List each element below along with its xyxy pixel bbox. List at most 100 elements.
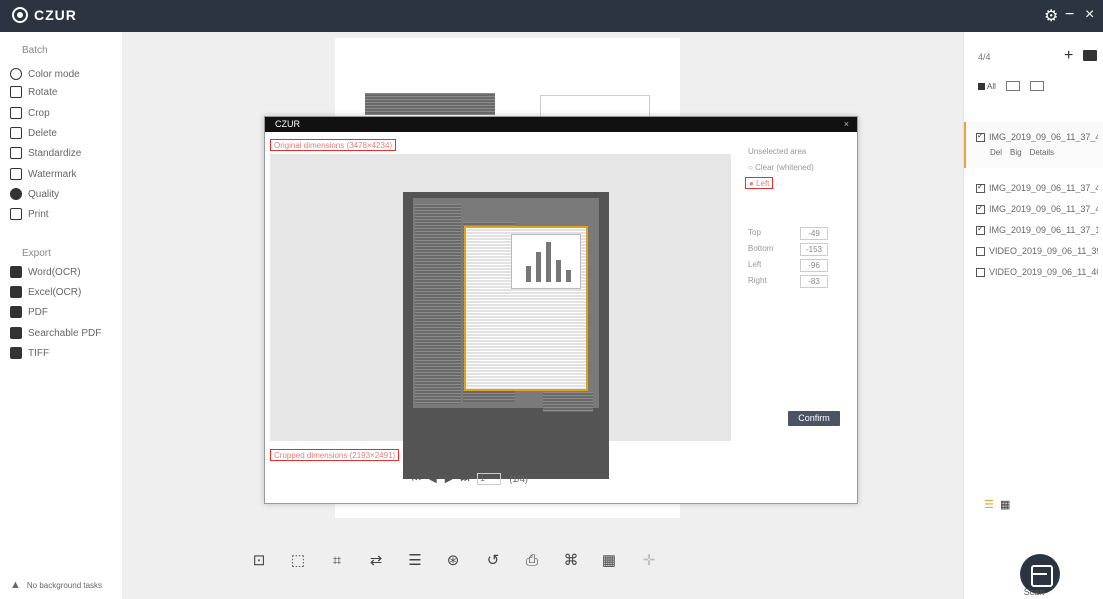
margin-right-label: Right <box>748 276 767 285</box>
qrcode-icon[interactable]: ▦ <box>600 552 618 570</box>
sidebar-item-delete[interactable]: Delete <box>10 125 57 141</box>
prev-page-icon[interactable]: ◀ <box>429 474 437 485</box>
color-icon[interactable]: ⊛ <box>444 552 462 570</box>
sidebar: Batch Color mode Rotate Crop Delete Stan… <box>0 32 122 599</box>
export-section-title: Export <box>22 248 51 259</box>
file-checkbox[interactable] <box>976 183 985 193</box>
page-number-input[interactable]: 1 <box>477 473 502 485</box>
crop-dialog: CZUR × Original dimensions (3478×4234) U… <box>264 116 858 504</box>
undo-icon[interactable]: ↺ <box>484 552 502 570</box>
dialog-close-icon[interactable]: × <box>844 117 849 132</box>
image-view-button[interactable] <box>1005 81 1020 91</box>
next-page-icon[interactable]: ▶ <box>445 474 453 485</box>
czur-logo-icon <box>12 7 28 23</box>
crop-selection-box[interactable] <box>464 226 588 391</box>
margin-bottom-input[interactable]: -153 <box>800 243 828 256</box>
big-view-link[interactable]: Big <box>1010 148 1022 157</box>
crop-icon <box>10 107 22 119</box>
confirm-button[interactable]: Confirm <box>788 411 840 426</box>
sidebar-item-word[interactable]: Word(OCR) <box>10 264 81 280</box>
print-icon[interactable]: ⎙ <box>523 552 541 570</box>
sidebar-item-quality[interactable]: Quality <box>10 186 59 202</box>
adjust-icon[interactable]: ☰ <box>406 552 424 570</box>
file-checkbox[interactable] <box>976 267 985 277</box>
split-icon[interactable]: ✛ <box>640 552 658 570</box>
selected-file-row[interactable] <box>964 122 1103 168</box>
delete-file-link[interactable]: Del <box>990 148 1002 157</box>
batch-section-title: Batch <box>22 45 48 56</box>
file-item[interactable]: IMG_2019_09_06_11_37_47.jpg <box>976 204 1098 214</box>
unselected-area-title: Unselected area <box>748 147 807 156</box>
view-all-button[interactable]: All <box>978 82 996 91</box>
sidebar-item-tiff[interactable]: TIFF <box>10 345 49 361</box>
grid-view-icon[interactable]: ▦ <box>1000 498 1010 511</box>
bottom-toolbar: ⊡ ⬚ ⌗ ⇄ ☰ ⊛ ↺ ⎙ ⌘ ▦ ✛ <box>122 520 963 599</box>
margin-bottom-label: Bottom <box>748 244 774 253</box>
sidebar-item-print[interactable]: Print <box>10 206 49 222</box>
rotate-icon[interactable]: ⇄ <box>367 552 385 570</box>
settings-button[interactable]: ⚙ <box>1044 6 1058 26</box>
sidebar-item-watermark[interactable]: Watermark <box>10 166 77 182</box>
radio-icon: ○ <box>748 163 756 172</box>
excel-icon <box>10 286 22 298</box>
file-item[interactable]: IMG_2019_09_06_11_37_11.jpg <box>976 225 1098 235</box>
sidebar-item-rotate[interactable]: Rotate <box>10 84 57 100</box>
folder-icon[interactable] <box>1083 50 1097 61</box>
add-icon[interactable]: + <box>1064 47 1073 65</box>
option-left[interactable]: ● Left <box>745 177 774 189</box>
text-icon[interactable]: ⊡ <box>250 552 268 570</box>
dialog-title: CZUR <box>275 119 300 129</box>
radio-selected-icon: ● <box>749 179 757 188</box>
original-dimensions: Original dimensions (3478×4234) <box>270 139 397 151</box>
video-view-button[interactable] <box>1029 81 1044 91</box>
pager: ⏮ ◀ ▶ ⏭ 1 (1/4) <box>412 473 528 485</box>
app-title: CZUR <box>34 7 77 23</box>
watermark-icon <box>10 168 22 180</box>
margin-left-input[interactable]: -96 <box>800 259 828 272</box>
color-mode-icon <box>10 68 22 80</box>
file-checkbox[interactable] <box>976 225 985 235</box>
page-text-block <box>365 93 495 115</box>
last-page-icon[interactable]: ⏭ <box>460 474 469 485</box>
list-view-icon[interactable]: ☰ <box>984 498 994 511</box>
sidebar-item-pdf[interactable]: PDF <box>10 304 48 320</box>
file-checkbox[interactable] <box>976 204 985 214</box>
file-item[interactable]: IMG_2019_09_06_11_37_47.jpg <box>976 132 1098 142</box>
sidebar-item-crop[interactable]: Crop <box>10 105 50 121</box>
sidebar-item-searchable-pdf[interactable]: Searchable PDF <box>10 325 101 341</box>
ocr-icon[interactable]: ⌘ <box>562 552 580 570</box>
upload-icon: ▲ <box>10 579 21 591</box>
option-clear[interactable]: ○ Clear (whitened) <box>748 163 814 172</box>
select-icon[interactable]: ⬚ <box>289 552 307 570</box>
first-page-icon[interactable]: ⏮ <box>412 474 421 485</box>
text-column <box>415 204 461 404</box>
sidebar-item-excel[interactable]: Excel(OCR) <box>10 284 81 300</box>
background-tasks[interactable]: ▲ No background tasks <box>10 577 102 593</box>
close-button[interactable]: × <box>1085 6 1094 24</box>
right-panel: 4/4 + All IMG_2019_09_06_11_37_47.jpg De… <box>963 32 1103 599</box>
all-icon <box>978 82 985 90</box>
sidebar-item-standardize[interactable]: Standardize <box>10 145 81 161</box>
margin-top-input[interactable]: -49 <box>800 227 828 240</box>
page-count: (1/4) <box>509 474 528 484</box>
minimize-button[interactable]: − <box>1065 6 1074 24</box>
standardize-icon <box>10 147 22 159</box>
margin-left-label: Left <box>748 260 762 269</box>
file-item[interactable]: VIDEO_2019_09_06_11_40_06.mp4 <box>976 267 1098 277</box>
rotate-icon <box>10 86 22 98</box>
file-checkbox[interactable] <box>976 132 985 142</box>
tiff-icon <box>10 347 22 359</box>
cropped-dimensions: Cropped dimensions (2193×2491) <box>270 449 400 461</box>
quality-icon <box>10 188 22 200</box>
crop-icon[interactable]: ⌗ <box>328 552 346 570</box>
sidebar-item-color-mode[interactable]: Color mode <box>10 66 80 82</box>
details-link[interactable]: Details <box>1030 148 1054 157</box>
pdf-icon <box>10 306 22 318</box>
scan-label: Scan <box>1023 587 1045 597</box>
title-bar: CZUR ⚙ − × <box>0 0 1103 32</box>
margin-right-input[interactable]: -83 <box>800 275 828 288</box>
margin-top-label: Top <box>748 228 761 237</box>
file-checkbox[interactable] <box>976 246 985 256</box>
file-item[interactable]: VIDEO_2019_09_06_11_39_52.mp4 <box>976 246 1098 256</box>
file-item[interactable]: IMG_2019_09_06_11_37_47.jpg <box>976 183 1098 193</box>
